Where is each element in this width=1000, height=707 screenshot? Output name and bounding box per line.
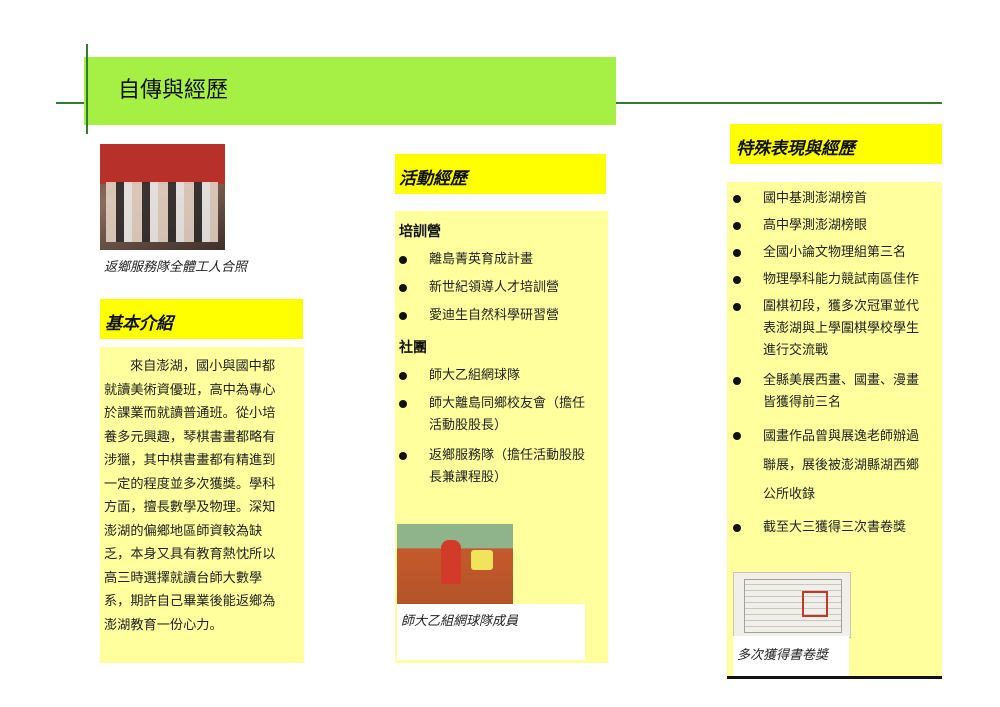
tennis-caption-box: 師大乙組網球隊成員 xyxy=(397,604,585,660)
intro-line: 就讀美術資優班，高中為專心 xyxy=(104,382,276,398)
training-label: 培訓營 xyxy=(399,224,441,240)
team-group-photo xyxy=(100,144,225,250)
bullet-icon xyxy=(733,524,741,532)
bullet-icon xyxy=(733,249,741,257)
intro-line: 澎湖的偏鄉地區師資較為缺 xyxy=(104,523,263,539)
intro-heading-band: 基本介紹 xyxy=(100,299,303,339)
list-item: 師大離島同鄉校友會（擔任 活動股股長） xyxy=(399,393,605,437)
bullet-icon xyxy=(399,452,407,460)
bullet-icon xyxy=(733,195,741,203)
activity-heading-band: 活動經歷 xyxy=(395,154,606,194)
bullet-icon xyxy=(399,284,407,292)
tennis-photo-caption: 師大乙組網球隊成員 xyxy=(401,614,519,629)
list-item: 圍棋初段，獲多次冠軍並代 表澎湖與上學圍棋學校學生 進行交流戰 xyxy=(733,296,940,362)
achievements-heading-band: 特殊表現與經歷 xyxy=(730,124,942,164)
intro-line: 養多元興趣，琴棋書畫都略有 xyxy=(104,429,276,445)
training-list: 離島菁英育成計畫 新世紀領導人才培訓營 愛迪生自然科學研習營 xyxy=(399,249,605,327)
bullet-icon xyxy=(399,400,407,408)
list-item: 離島菁英育成計畫 xyxy=(399,249,605,271)
list-item: 返鄉服務隊（擔任活動股股 長兼課程股） xyxy=(399,445,605,489)
bullet-icon xyxy=(733,377,741,385)
intro-line: 涉獵，其中棋書畫都有精進到 xyxy=(104,453,276,468)
bullet-icon xyxy=(733,432,741,440)
bullet-icon xyxy=(733,303,741,311)
list-item: 愛迪生自然科學研習營 xyxy=(399,305,605,327)
list-item: 師大乙組網球隊 xyxy=(399,365,605,387)
intro-line: 高三時選擇就讀台師大數學 xyxy=(104,570,263,586)
achievements-heading: 特殊表現與經歷 xyxy=(736,139,855,159)
intro-line: 乏，本身又具有教育熱忱所以 xyxy=(104,547,276,562)
list-item: 全縣美展西畫、國畫、漫畫 皆獲得前三名 xyxy=(733,370,940,414)
list-item: 截至大三獲得三次書卷獎 xyxy=(733,517,940,539)
certificate-photo-caption: 多次獲得書卷獎 xyxy=(737,648,829,663)
clubs-label: 社團 xyxy=(399,340,427,356)
activity-heading: 活動經歷 xyxy=(399,169,467,189)
bullet-icon xyxy=(733,276,741,284)
team-photo-caption: 返鄉服務隊全體工人合照 xyxy=(104,260,248,275)
list-item: 國中基測澎湖榜首 xyxy=(733,188,940,210)
clubs-list: 師大乙組網球隊 師大離島同鄉校友會（擔任 活動股股長） 返鄉服務隊（擔任活動股股長… xyxy=(399,365,605,489)
intro-line: 一定的程度並多次獲獎。學科 xyxy=(104,476,276,492)
intro-panel: 來自澎湖，國小與國中都 就讀美術資優班，高中為專心 於課業而就讀普通班。從小培 … xyxy=(100,347,304,663)
intro-line: 來自澎湖，國小與國中都 xyxy=(130,359,276,374)
bullet-icon xyxy=(399,256,407,264)
bullet-icon xyxy=(733,222,741,230)
certificate-caption-box: 多次獲得書卷獎 xyxy=(733,636,849,676)
achievements-list: 國中基測澎湖榜首 高中學測澎湖榜眼 全國小論文物理組第三名 物理學科能力競試南區… xyxy=(733,188,940,539)
list-item: 全國小論文物理組第三名 xyxy=(733,242,940,264)
bullet-icon xyxy=(399,312,407,320)
intro-heading: 基本介紹 xyxy=(105,314,173,334)
list-item: 新世紀領導人才培訓營 xyxy=(399,277,605,299)
bottom-rule xyxy=(727,676,942,679)
intro-line: 系，期許自己畢業後能返鄉為 xyxy=(104,594,276,609)
intro-text: 來自澎湖，國小與國中都 就讀美術資優班，高中為專心 於課業而就讀普通班。從小培 … xyxy=(104,355,302,637)
bullet-icon xyxy=(399,372,407,380)
list-item: 國畫作品曾與展逸老師辦過 聯展，展後被澎湖縣湖西鄉 公所收錄 xyxy=(733,422,940,509)
list-item: 高中學測澎湖榜眼 xyxy=(733,215,940,237)
intro-line: 方面，擅長數學及物理。深知 xyxy=(104,500,276,515)
certificate-photo xyxy=(733,572,851,638)
intro-line: 於課業而就讀普通班。從小培 xyxy=(104,406,276,421)
vertical-rule xyxy=(86,44,88,134)
page-title: 自傳與經歷 xyxy=(118,78,229,103)
intro-line: 澎湖教育一份心力。 xyxy=(104,617,223,633)
list-item: 物理學科能力競試南區佳作 xyxy=(733,269,940,291)
tennis-photo xyxy=(397,524,513,604)
